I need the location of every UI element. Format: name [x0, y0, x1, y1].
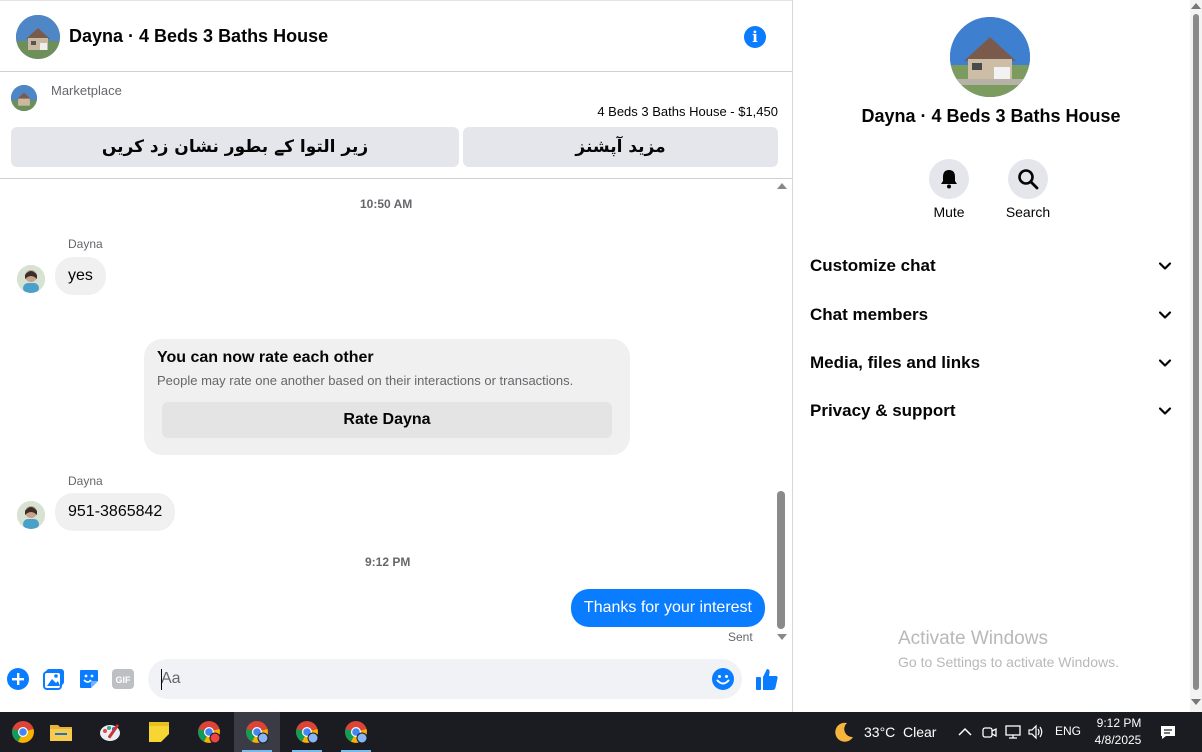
rating-card-description: People may rate one another based on the…: [157, 373, 574, 388]
sender-name: Dayna: [68, 474, 103, 488]
conversation-title: Dayna · 4 Beds 3 Baths House: [861, 106, 1121, 126]
message-bubble[interactable]: 951-3865842: [55, 493, 176, 531]
taskbar-chrome-profile[interactable]: [284, 712, 330, 752]
scroll-up-arrow[interactable]: [777, 183, 787, 189]
language-indicator[interactable]: ENG: [1055, 724, 1081, 738]
section-media-files-links[interactable]: Media, files and links: [810, 348, 1172, 378]
section-label: Customize chat: [810, 256, 936, 275]
section-label: Privacy & support: [810, 401, 956, 420]
gif-icon[interactable]: GIF: [112, 668, 134, 690]
composer: GIF: [0, 652, 792, 708]
sticky-notes-icon: [149, 722, 169, 742]
emoji-icon[interactable]: [712, 668, 734, 690]
message-list: 10:50 AM Dayna yes You can now rate each…: [0, 180, 792, 648]
mute-button[interactable]: Mute: [919, 159, 979, 220]
clock-time[interactable]: 9:12 PM: [1094, 716, 1144, 730]
taskbar-chrome-profile[interactable]: [333, 712, 379, 752]
meet-now-icon[interactable]: [980, 723, 998, 741]
delivery-status: Sent: [728, 630, 753, 644]
message-scrollbar[interactable]: [775, 183, 789, 643]
volume-icon[interactable]: [1027, 723, 1045, 741]
chevron-down-icon: [1158, 359, 1172, 367]
network-icon[interactable]: [1004, 723, 1022, 741]
paint-icon: [100, 724, 120, 741]
sender-avatar[interactable]: [17, 265, 45, 293]
outgoing-message-bubble[interactable]: Thanks for your interest: [570, 589, 765, 627]
screen: Dayna · 4 Beds 3 Baths House i Marketpla…: [0, 0, 1202, 752]
taskbar-chrome-profile[interactable]: [186, 712, 232, 752]
message-input[interactable]: [148, 659, 742, 699]
gif-label: GIF: [116, 675, 132, 685]
search-label: Search: [1005, 204, 1051, 220]
chevron-down-icon: [1158, 407, 1172, 415]
mute-label: Mute: [933, 204, 965, 220]
chrome-profile-icon: [198, 721, 221, 744]
chrome-profile-icon: [296, 721, 319, 744]
listing-title[interactable]: 4 Beds 3 Baths House - $1,450: [597, 104, 778, 119]
search-button[interactable]: Search: [998, 159, 1058, 220]
timestamp: 9:12 PM: [365, 555, 411, 569]
mark-pending-button[interactable]: زیر التوا کے بطور نشان زد کریں: [11, 127, 459, 167]
chevron-down-icon: [1158, 311, 1172, 319]
taskbar-paint[interactable]: [88, 712, 134, 752]
taskbar-chrome-profile-active[interactable]: [234, 712, 280, 752]
conversation-info-panel: Dayna · 4 Beds 3 Baths House Mute Search…: [792, 0, 1190, 712]
scroll-up-arrow[interactable]: [1191, 3, 1201, 9]
conversation-avatar-large[interactable]: [950, 17, 1030, 97]
plus-icon[interactable]: [7, 668, 29, 690]
scroll-down-arrow[interactable]: [777, 634, 787, 640]
notification-icon[interactable]: [1159, 723, 1177, 741]
photo-icon[interactable]: [43, 668, 65, 690]
weather-temperature[interactable]: 33°C: [864, 724, 895, 740]
rating-card: You can now rate each other People may r…: [144, 339, 630, 455]
file-explorer-icon: [50, 725, 72, 741]
section-privacy-support[interactable]: Privacy & support: [810, 396, 1172, 426]
section-chat-members[interactable]: Chat members: [810, 300, 1172, 330]
rate-button[interactable]: Rate Dayna: [162, 402, 612, 438]
clock-date[interactable]: 4/8/2025: [1090, 733, 1146, 747]
moon-icon[interactable]: [833, 721, 855, 743]
activate-windows-title: Activate Windows: [898, 628, 1048, 649]
page-scrollbar[interactable]: [1190, 0, 1202, 712]
taskbar-sticky-notes[interactable]: [136, 712, 182, 752]
activate-windows-subtitle: Go to Settings to activate Windows.: [898, 654, 1119, 670]
thumbs-up-icon[interactable]: [755, 667, 779, 691]
chat-pane: Dayna · 4 Beds 3 Baths House i Marketpla…: [0, 0, 792, 712]
more-options-button[interactable]: مزید آپشنز: [463, 127, 778, 167]
search-icon: [1018, 169, 1039, 190]
info-icon[interactable]: i: [744, 26, 766, 48]
chrome-profile-icon: [345, 721, 368, 744]
scroll-thumb[interactable]: [777, 491, 785, 629]
weather-condition[interactable]: Clear: [903, 724, 936, 740]
bell-icon: [941, 170, 957, 189]
chrome-profile-icon: [246, 721, 269, 744]
sender-name: Dayna: [68, 237, 103, 251]
scroll-down-arrow[interactable]: [1191, 699, 1201, 705]
scroll-thumb[interactable]: [1193, 14, 1199, 690]
taskbar-file-explorer[interactable]: [38, 712, 84, 752]
taskbar: 33°C Clear ENG 9:12 PM 4/8/2025: [0, 712, 1202, 752]
sticker-icon[interactable]: [78, 668, 100, 690]
marketplace-bar: Marketplace 4 Beds 3 Baths House - $1,45…: [0, 73, 792, 179]
section-customize-chat[interactable]: Customize chat: [810, 251, 1172, 281]
message-bubble[interactable]: yes: [55, 257, 106, 295]
listing-thumbnail[interactable]: [11, 85, 37, 111]
chrome-icon: [12, 721, 34, 743]
section-label: Media, files and links: [810, 353, 981, 372]
sender-avatar[interactable]: [17, 501, 45, 529]
conversation-title[interactable]: Dayna · 4 Beds 3 Baths House: [69, 26, 328, 47]
chevron-up-icon[interactable]: [956, 723, 974, 741]
text-caret: [161, 669, 162, 690]
chat-header: Dayna · 4 Beds 3 Baths House i: [0, 0, 792, 72]
timestamp: 10:50 AM: [360, 197, 413, 211]
conversation-avatar[interactable]: [16, 15, 60, 59]
chevron-down-icon: [1158, 262, 1172, 270]
rating-card-title: You can now rate each other: [157, 349, 374, 366]
section-label: Chat members: [810, 305, 929, 324]
marketplace-label: Marketplace: [51, 83, 122, 98]
